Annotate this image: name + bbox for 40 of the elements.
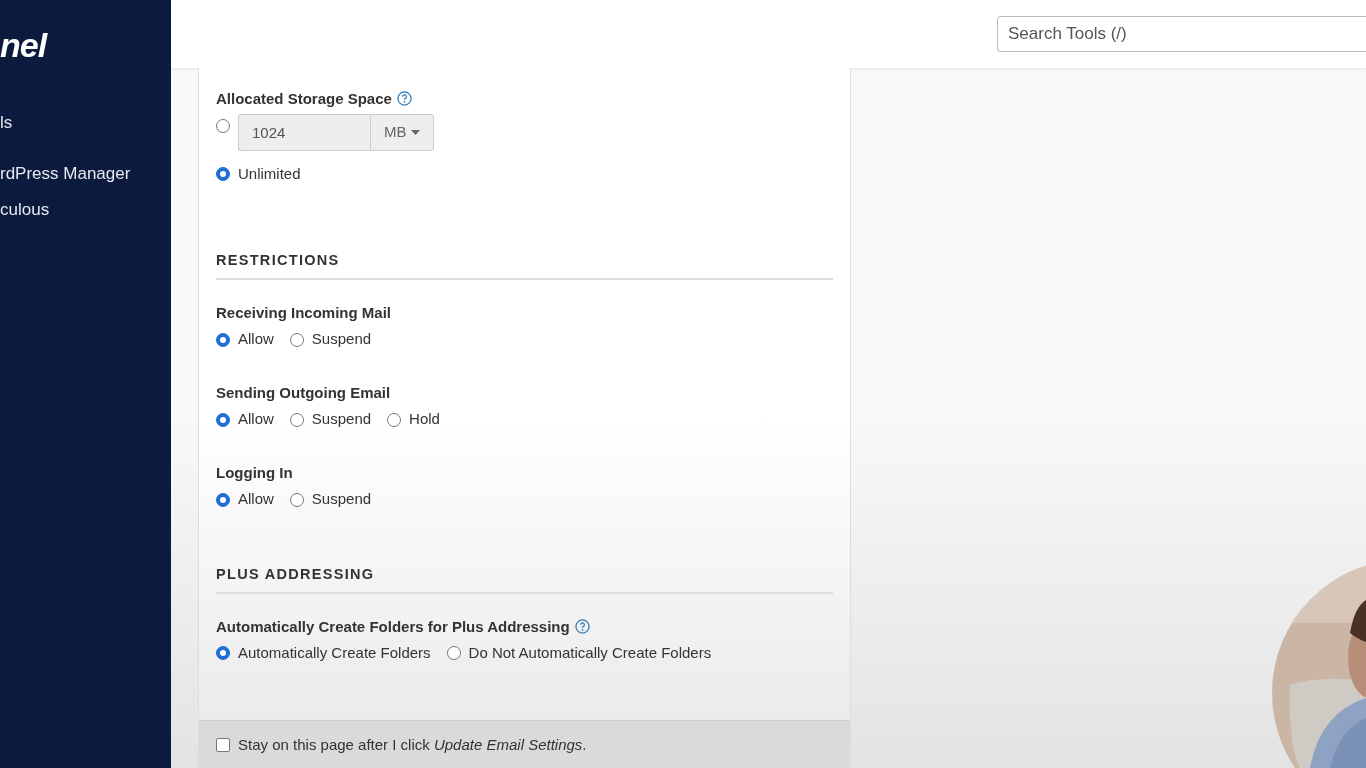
- help-icon[interactable]: [396, 91, 412, 106]
- unit-dropdown[interactable]: MB: [370, 113, 434, 151]
- radio-button[interactable]: [387, 412, 402, 427]
- section-heading: PLUS ADDRESSING: [216, 564, 375, 584]
- radio-button[interactable]: [216, 492, 230, 507]
- radio-button[interactable]: [446, 646, 461, 661]
- radio-button[interactable]: [216, 412, 230, 427]
- radio-button[interactable]: [216, 118, 230, 133]
- radio-button[interactable]: [216, 166, 230, 181]
- section-heading: RESTRICTIONS: [216, 251, 340, 270]
- option-label: Unlimited: [238, 163, 301, 184]
- option-label: Suspend: [311, 489, 372, 510]
- caret-icon: [410, 129, 420, 135]
- option-label: Automatically Create Folders: [238, 643, 431, 663]
- option-label: Hold: [409, 409, 440, 430]
- radio-button[interactable]: [289, 412, 304, 427]
- field-label: Automatically Create Folders for Plus Addressing: [216, 616, 570, 637]
- option-label: Allow: [238, 489, 274, 510]
- option-label: Suspend: [311, 409, 372, 430]
- help-icon[interactable]: [574, 618, 590, 634]
- option-label: Do Not Automatically Create Folders: [468, 643, 712, 663]
- checkbox[interactable]: [216, 737, 230, 752]
- sidebar-item[interactable]: culous: [0, 198, 50, 221]
- option-label: Allow: [238, 329, 274, 350]
- field-label: Sending Outgoing Email: [216, 382, 391, 403]
- logo-text: nel: [0, 28, 47, 62]
- radio-button[interactable]: [289, 492, 304, 507]
- radio-button[interactable]: [289, 332, 304, 347]
- option-label: Allow: [238, 409, 274, 430]
- quota-field[interactable]: 1024: [238, 113, 370, 151]
- radio-button[interactable]: [216, 332, 230, 347]
- field-label: Receiving Incoming Mail: [216, 302, 392, 323]
- radio-button[interactable]: [216, 646, 230, 661]
- field-label: Allocated Storage Space: [216, 89, 392, 109]
- option-label: Suspend: [311, 329, 372, 350]
- checkbox-label: Stay on this page after I click Update Email Settings.: [238, 734, 587, 755]
- search-field[interactable]: Search Tools (/): [997, 16, 1366, 52]
- sidebar-item[interactable]: rdPress Manager: [0, 163, 131, 185]
- sidebar-item[interactable]: ls: [0, 111, 13, 134]
- field-label: Logging In: [216, 462, 293, 483]
